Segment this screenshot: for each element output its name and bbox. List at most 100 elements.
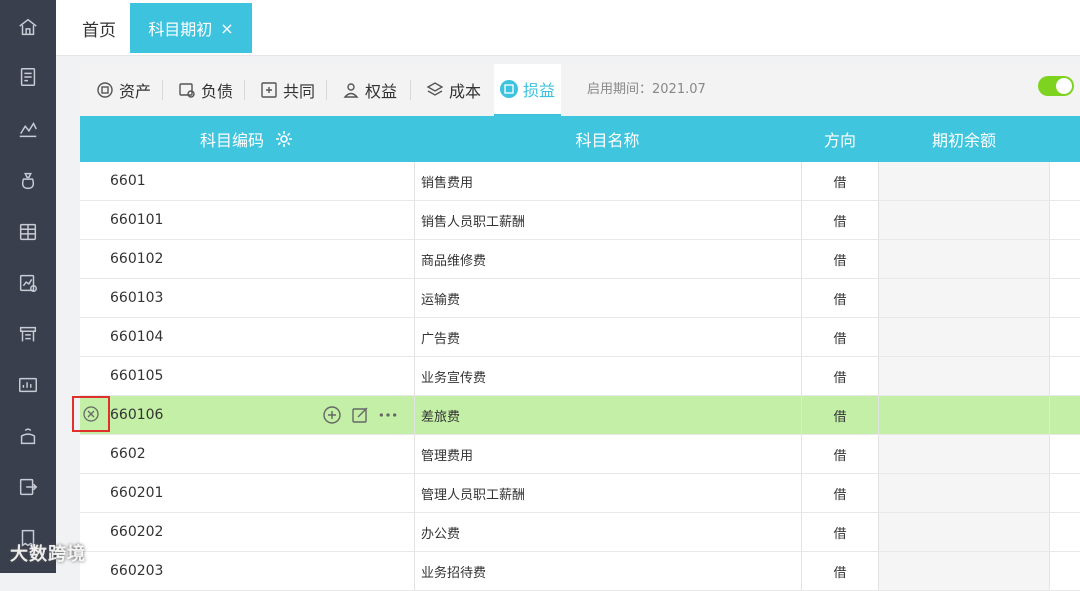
table-row[interactable]: 660201 管理人员职工薪酬借 — [80, 474, 1080, 513]
direction: 借 — [801, 513, 879, 551]
account-name: 销售人员职工薪酬 — [414, 201, 794, 239]
sidebar — [0, 0, 56, 573]
tab-label: 科目期初 — [148, 20, 213, 39]
table-row[interactable]: 660103 运输费借 — [80, 279, 1080, 318]
row-actions — [322, 396, 398, 434]
cashier-icon[interactable] — [0, 309, 56, 359]
balance-cell[interactable] — [879, 318, 1050, 356]
direction: 借 — [801, 318, 879, 356]
table-row[interactable]: 660101 销售人员职工薪酬借 — [80, 201, 1080, 240]
balance-cell[interactable] — [879, 162, 1050, 200]
header-balance: 期初余额 — [931, 131, 996, 150]
start-period: 启用期间：2021.07 — [587, 82, 706, 97]
tab-account-opening[interactable]: 科目期初 × — [130, 3, 252, 53]
account-code: 660102 — [110, 251, 164, 267]
category-label: 资产 — [119, 82, 152, 101]
home-icon[interactable] — [0, 2, 56, 52]
table-body: 6601 销售费用借 660101 销售人员职工薪酬借 660102 商品维修费借 6… — [72, 162, 1080, 591]
balance-cell[interactable] — [879, 201, 1050, 239]
profit-loss-icon — [500, 80, 518, 98]
account-code: 660101 — [110, 212, 164, 228]
add-circle-icon[interactable] — [322, 405, 342, 425]
asset-icon — [97, 82, 113, 98]
gear-icon[interactable] — [274, 129, 294, 149]
account-name: 管理费用 — [414, 435, 794, 473]
direction: 借 — [801, 552, 879, 590]
asset-chart-icon[interactable] — [0, 360, 56, 410]
account-name: 管理人员职工薪酬 — [414, 474, 794, 512]
account-name: 业务招待费 — [414, 552, 794, 590]
display-toggle[interactable] — [1038, 76, 1074, 96]
divider — [410, 80, 411, 100]
cost-icon — [426, 82, 444, 96]
table-row[interactable]: 660102 商品维修费借 — [80, 240, 1080, 279]
line-chart-icon[interactable] — [0, 104, 56, 154]
account-code: 660103 — [110, 290, 164, 306]
close-icon[interactable]: × — [220, 19, 233, 38]
category-liability[interactable]: 负债 — [172, 76, 239, 104]
account-code: 660105 — [110, 368, 164, 384]
money-bag-icon[interactable] — [0, 156, 56, 206]
balance-cell[interactable] — [879, 240, 1050, 278]
category-label: 损益 — [523, 81, 556, 100]
account-name: 运输费 — [414, 279, 794, 317]
category-common[interactable]: 共同 — [254, 76, 321, 104]
balance-cell[interactable] — [879, 279, 1050, 317]
direction: 借 — [801, 435, 879, 473]
category-label: 负债 — [201, 82, 234, 101]
account-code: 660104 — [110, 329, 164, 345]
direction: 借 — [801, 240, 879, 278]
divider — [162, 80, 163, 100]
main-panel: 资产 负债 共同 权益 成本 损益 启用期间：2021.07 科目编码 科目名称… — [72, 64, 1080, 591]
balance-cell[interactable] — [879, 474, 1050, 512]
watermark: 大数跨境 — [10, 544, 86, 565]
category-bar: 资产 负债 共同 权益 成本 损益 启用期间：2021.07 — [80, 64, 1080, 117]
tab-bar: 首页 科目期初 × — [56, 0, 1080, 56]
salary-icon[interactable] — [0, 411, 56, 461]
header-code: 科目编码 — [80, 116, 414, 162]
tab-home[interactable]: 首页 — [68, 3, 130, 53]
header-code-label: 科目编码 — [199, 131, 264, 150]
category-cost[interactable]: 成本 — [420, 76, 487, 104]
balance-cell[interactable] — [879, 396, 1050, 434]
table-row[interactable]: 660104 广告费借 — [80, 318, 1080, 357]
account-name: 差旅费 — [414, 396, 794, 434]
export-icon[interactable] — [0, 462, 56, 512]
balance-cell[interactable] — [879, 552, 1050, 590]
close-circle-icon — [83, 406, 99, 422]
account-code: 660201 — [110, 485, 164, 501]
balance-cell[interactable] — [879, 513, 1050, 551]
table-row[interactable]: 660203 业务招待费借 — [80, 552, 1080, 591]
account-code: 6602 — [110, 446, 146, 462]
account-name: 业务宣传费 — [414, 357, 794, 395]
category-equity[interactable]: 权益 — [336, 76, 403, 104]
ledger-icon[interactable] — [0, 207, 56, 257]
category-asset[interactable]: 资产 — [90, 76, 157, 104]
report-icon[interactable] — [0, 258, 56, 308]
direction: 借 — [801, 474, 879, 512]
more-icon[interactable] — [378, 405, 398, 425]
table-header: 科目编码 科目名称 方向 期初余额 — [80, 116, 1080, 162]
account-code: 660203 — [110, 563, 164, 579]
direction: 借 — [801, 357, 879, 395]
divider — [326, 80, 327, 100]
table-row[interactable]: 6601 销售费用借 — [80, 162, 1080, 201]
balance-cell[interactable] — [879, 357, 1050, 395]
account-name: 办公费 — [414, 513, 794, 551]
delete-button[interactable] — [72, 396, 110, 432]
voucher-icon[interactable] — [0, 52, 56, 102]
liability-icon — [179, 83, 195, 98]
direction: 借 — [801, 201, 879, 239]
account-name: 商品维修费 — [414, 240, 794, 278]
account-code: 660106 — [110, 407, 164, 423]
balance-cell[interactable] — [879, 435, 1050, 473]
category-label: 权益 — [365, 82, 398, 101]
category-profit-loss[interactable]: 损益 — [494, 64, 562, 116]
edit-icon[interactable] — [350, 405, 370, 425]
table-row[interactable]: 660202 办公费借 — [80, 513, 1080, 552]
category-label: 共同 — [283, 82, 316, 101]
table-row[interactable]: 6602 管理费用借 — [80, 435, 1080, 474]
direction: 借 — [801, 279, 879, 317]
table-row[interactable]: 660105 业务宣传费借 — [80, 357, 1080, 396]
table-row-highlighted[interactable]: 660106 差旅费 借 — [72, 396, 1080, 435]
